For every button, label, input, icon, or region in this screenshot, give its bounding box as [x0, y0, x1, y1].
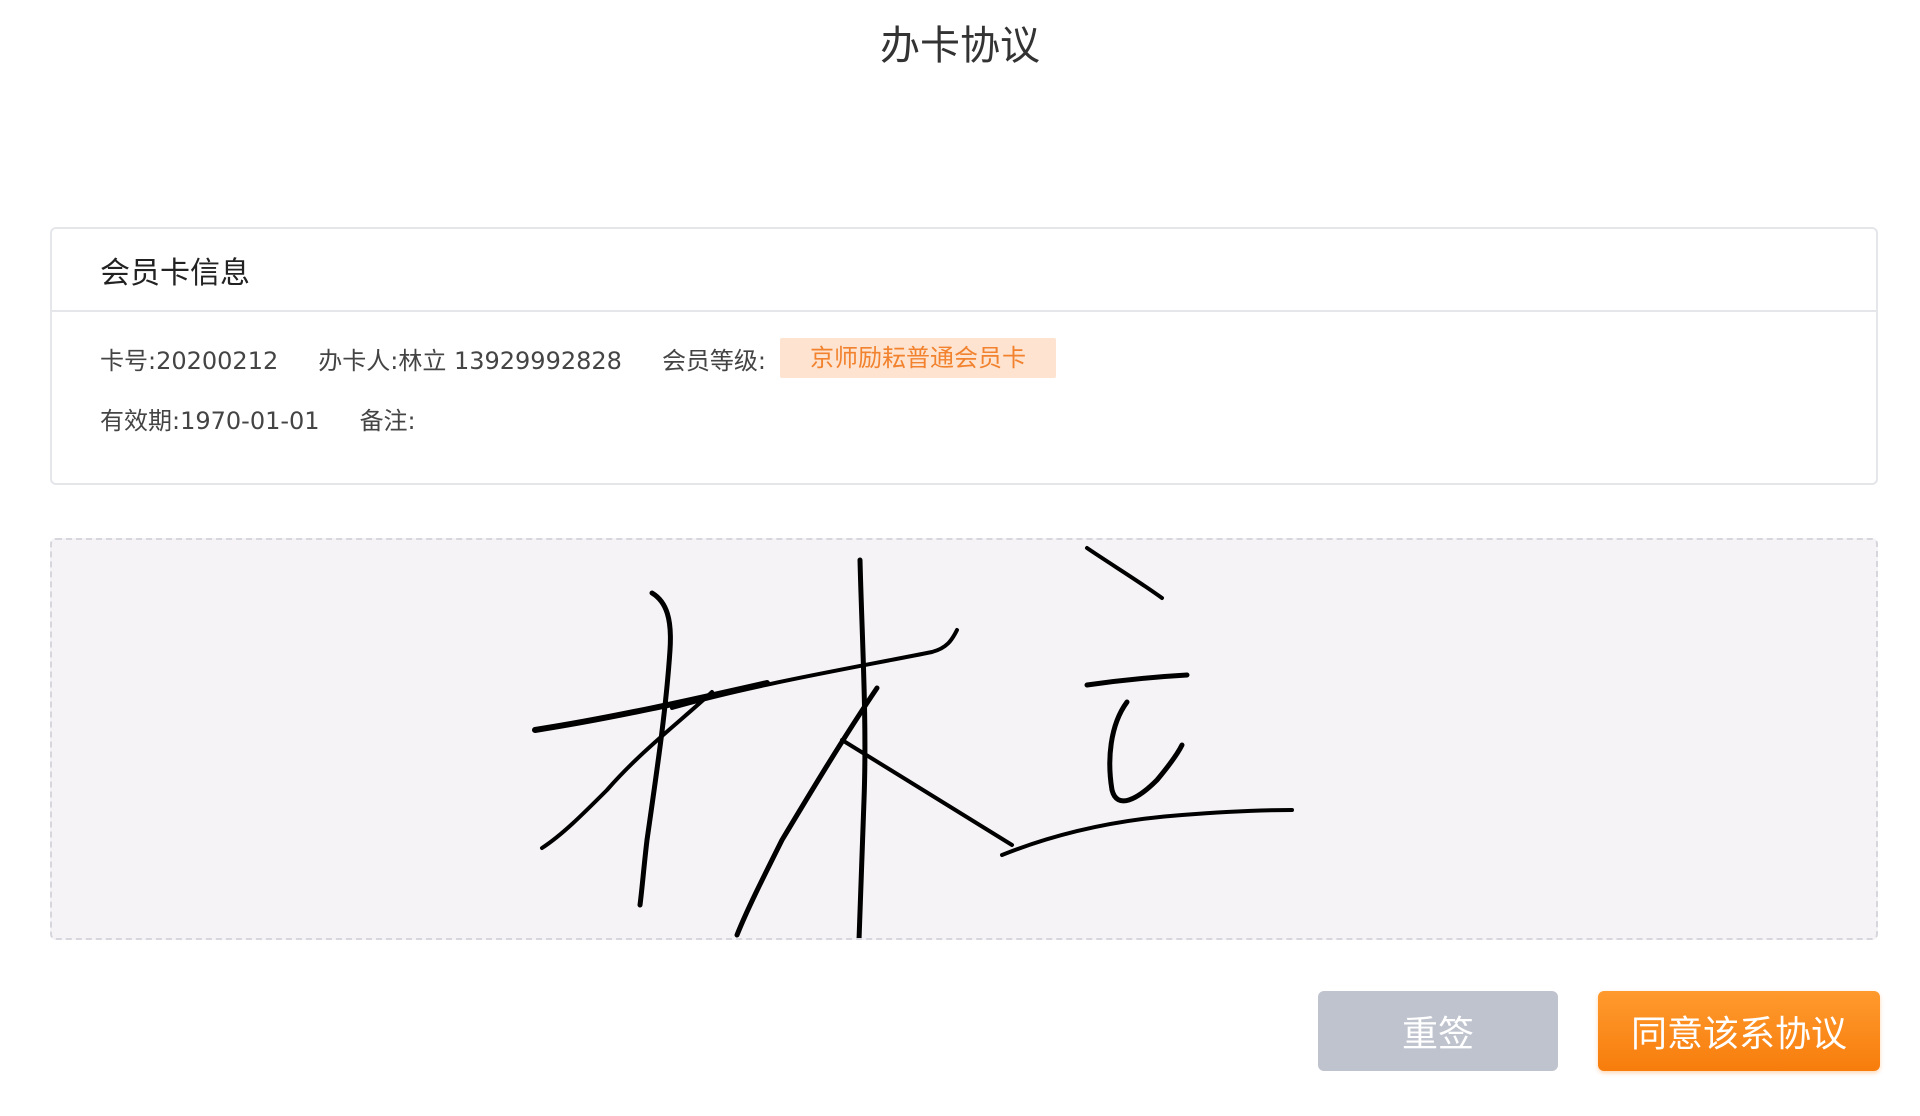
- signature-stroke: [1084, 672, 1190, 688]
- card-info-header: 会员卡信息: [52, 229, 1876, 312]
- signature-stroke: [734, 685, 880, 938]
- signature-stroke: [670, 628, 959, 710]
- validity-date: 有效期:1970-01-01: [100, 406, 320, 435]
- page-title: 办卡协议: [880, 23, 1040, 69]
- signature-stroke: [840, 738, 1014, 847]
- info-row-secondary: 有效期:1970-01-01 备注:: [100, 396, 1876, 440]
- card-info-body: 卡号:20200212 办卡人:林立 13929992828 会员等级: 京师励…: [52, 312, 1876, 440]
- signature-stroke: [1085, 546, 1164, 600]
- member-card-info-panel: 会员卡信息 卡号:20200212 办卡人:林立 13929992828 会员等…: [50, 227, 1878, 485]
- card-number: 卡号:20200212: [100, 346, 279, 375]
- page: 办卡协议 会员卡信息 卡号:20200212 办卡人:林立 1392999282…: [0, 0, 1920, 1116]
- agree-agreement-button[interactable]: 同意该系协议: [1598, 991, 1880, 1071]
- signature-stroke: [1000, 808, 1294, 857]
- applicant-info: 办卡人:林立 13929992828: [318, 346, 622, 375]
- info-row-primary: 卡号:20200212 办卡人:林立 13929992828 会员等级: 京师励…: [100, 336, 1876, 380]
- remark: 备注:: [359, 406, 416, 435]
- signature-stroke: [532, 680, 770, 733]
- signature-pad[interactable]: [50, 538, 1878, 940]
- signature-stroke: [1107, 699, 1185, 804]
- reset-signature-button[interactable]: 重签: [1318, 991, 1558, 1071]
- member-level-badge: 京师励耘普通会员卡: [780, 338, 1057, 378]
- signature-drawing: [532, 546, 1294, 938]
- member-level-label: 会员等级:: [661, 346, 767, 375]
